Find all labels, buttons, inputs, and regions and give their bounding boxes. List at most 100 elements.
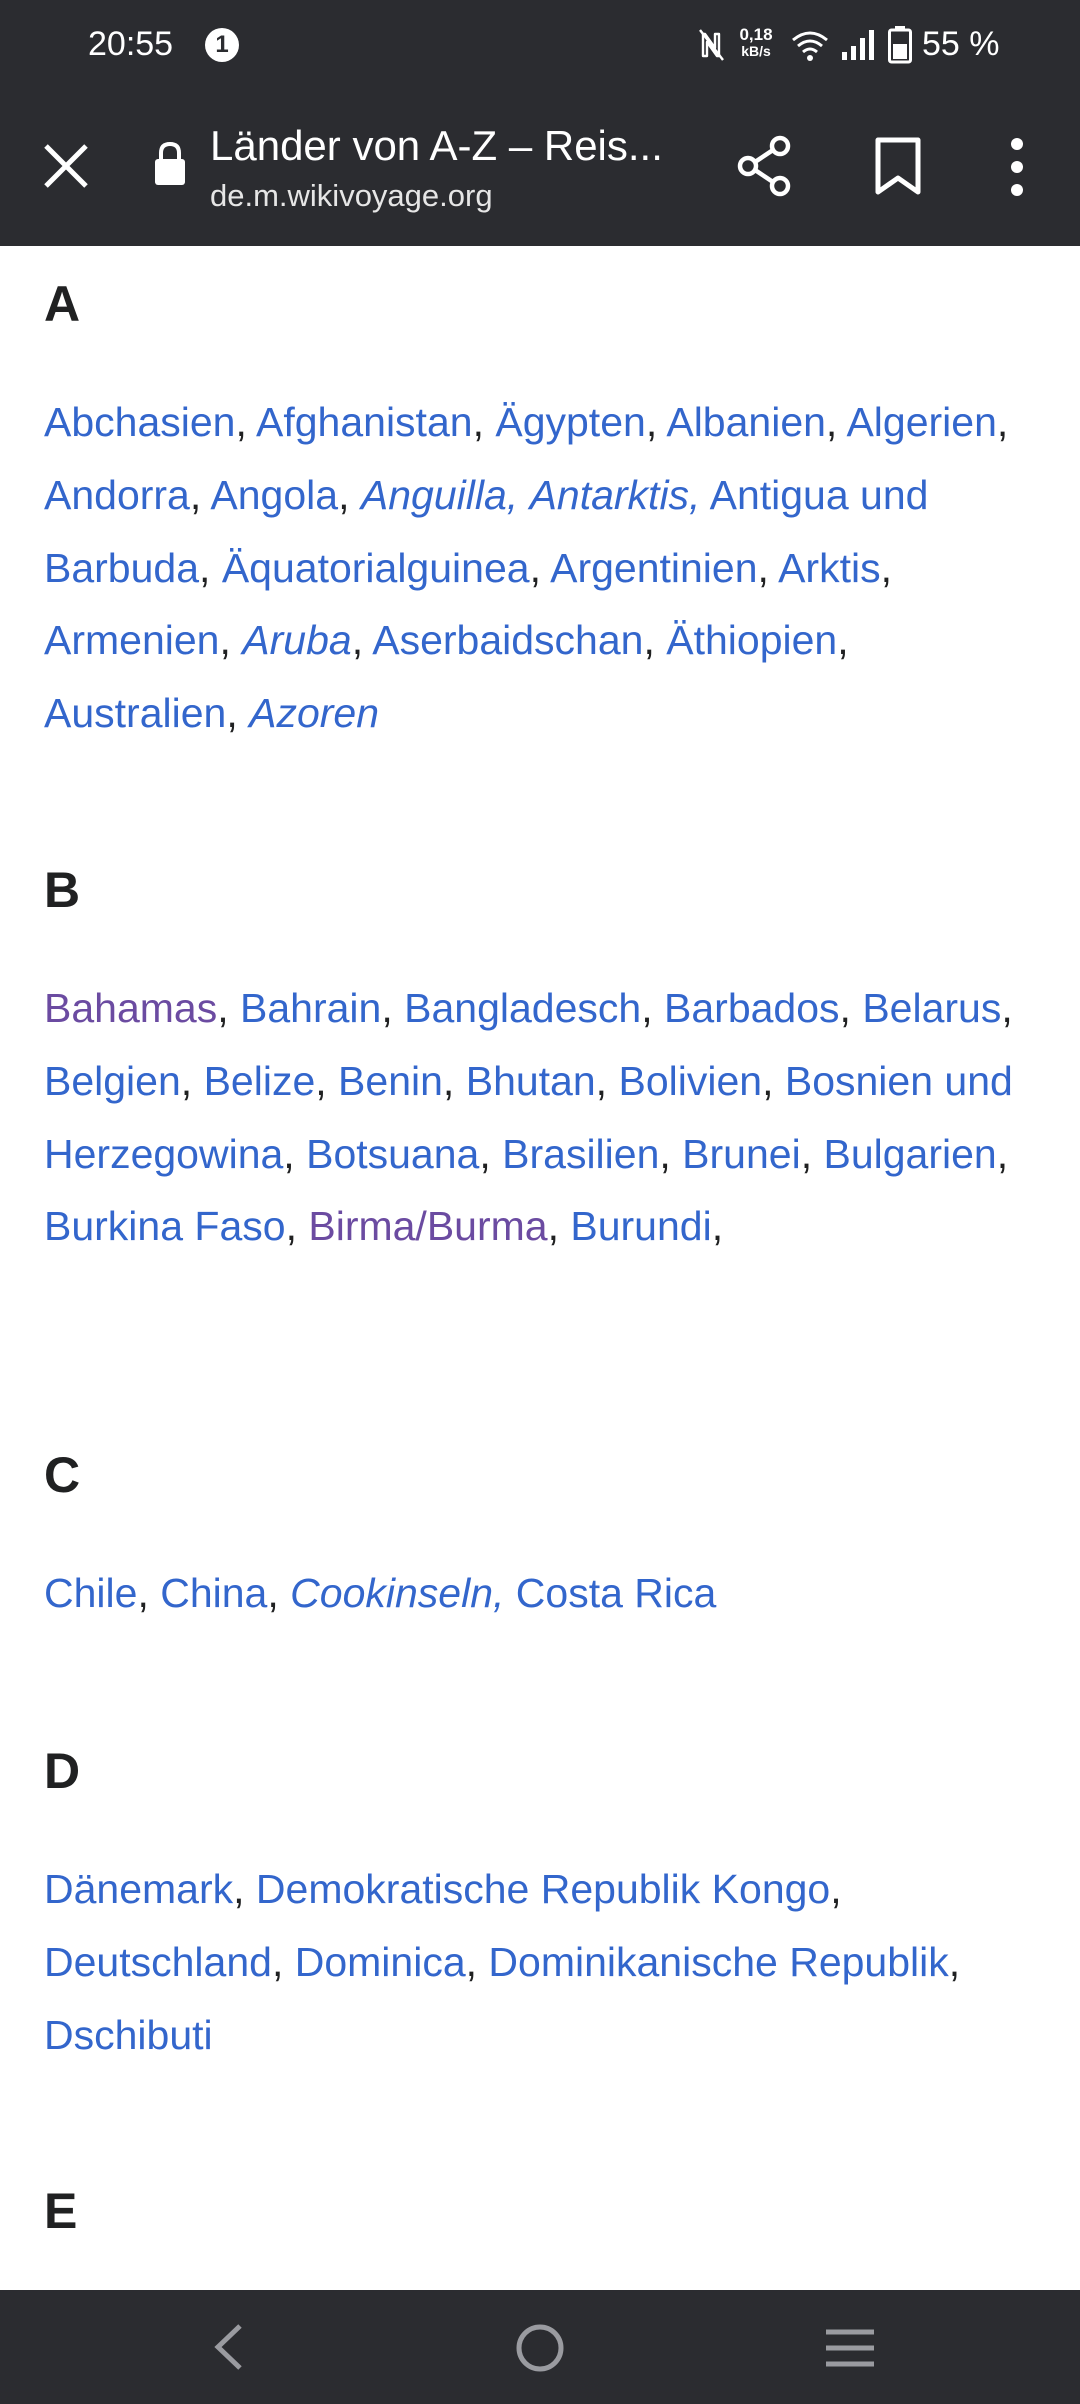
country-link[interactable]: Cookinseln, [290, 1570, 504, 1616]
country-link[interactable]: Äquatorialguinea [222, 545, 530, 591]
status-time: 20:55 [88, 25, 174, 63]
country-link[interactable]: Bangladesch [404, 985, 641, 1031]
country-link[interactable]: Dominica [295, 1939, 466, 1985]
country-link[interactable]: Barbados [664, 985, 840, 1031]
separator: , [479, 1130, 503, 1177]
notification-count-badge: 1 [205, 28, 239, 62]
page-url[interactable]: de.m.wikivoyage.org [210, 176, 493, 216]
country-link[interactable]: Birma/Burma [308, 1203, 547, 1249]
separator: , [283, 1130, 307, 1177]
country-link[interactable]: Belarus [862, 985, 1001, 1031]
separator: , [442, 1057, 466, 1104]
country-link[interactable]: Ägypten [495, 399, 645, 445]
section-heading: D [44, 1743, 81, 1799]
separator: , [315, 1057, 339, 1104]
signal-icon [842, 30, 874, 60]
country-link[interactable]: Argentinien [550, 545, 757, 591]
page-title[interactable]: Länder von A-Z – Reis... [210, 120, 670, 172]
separator: , [338, 471, 361, 518]
lock-icon[interactable] [152, 140, 188, 186]
separator: , [800, 1130, 824, 1177]
section-e: E [44, 2181, 1044, 2241]
country-link[interactable]: Costa Rica [516, 1570, 717, 1616]
country-link[interactable]: Bahamas [44, 985, 217, 1031]
separator: , [659, 1130, 683, 1177]
separator: , [757, 544, 779, 591]
separator: , [996, 1130, 1009, 1177]
country-link[interactable]: Dominikanische Republik [488, 1939, 948, 1985]
wifi-icon [792, 31, 828, 61]
bookmark-icon[interactable] [872, 136, 924, 196]
share-icon[interactable] [736, 134, 794, 198]
country-link[interactable]: Azoren [249, 690, 379, 736]
section-c: C Chile, China, Cookinseln, Costa Rica [44, 1445, 1044, 1630]
separator: , [226, 690, 250, 737]
data-rate-unit: kB/s [741, 43, 771, 59]
home-icon[interactable] [514, 2322, 566, 2374]
separator: , [180, 1057, 204, 1104]
nfc-icon [699, 29, 724, 61]
section-heading: E [44, 2183, 78, 2239]
country-link[interactable]: Belize [204, 1058, 316, 1104]
separator: , [711, 1203, 724, 1250]
country-link[interactable]: Bulgarien [823, 1131, 996, 1177]
country-link[interactable]: Armenien [44, 617, 219, 663]
more-vert-icon[interactable] [1000, 134, 1034, 200]
country-link[interactable]: Demokratische Republik Kongo [256, 1866, 830, 1912]
country-link[interactable]: Botsuana [306, 1131, 479, 1177]
country-link[interactable]: Albanien [666, 399, 826, 445]
recent-apps-icon[interactable] [824, 2326, 876, 2370]
country-link[interactable]: Angola [210, 472, 338, 518]
country-link[interactable]: Benin [338, 1058, 443, 1104]
separator: , [233, 1866, 256, 1912]
page-content[interactable]: A Abchasien, Afghanistan, Ägypten, Alban… [0, 246, 1080, 2290]
country-link[interactable]: Dänemark [44, 1866, 233, 1912]
status-bar: 20:55 1 0,18 kB/s 55 % [0, 0, 1080, 90]
separator: , [271, 1938, 295, 1985]
country-link[interactable]: China [160, 1570, 267, 1616]
country-link[interactable]: Bahrain [240, 985, 381, 1031]
separator: , [219, 617, 243, 664]
country-link[interactable]: Andorra [44, 472, 190, 518]
country-link[interactable]: Abchasien [44, 399, 235, 445]
country-link[interactable]: Aserbaidschan [372, 617, 643, 663]
close-icon[interactable] [40, 140, 92, 192]
section-d: D Dänemark, Demokratische Republik Kongo… [44, 1741, 1044, 2071]
separator [518, 472, 529, 518]
country-link[interactable]: Anguilla, [361, 472, 518, 518]
section-heading: A [44, 276, 81, 332]
separator: , [472, 399, 496, 445]
separator: , [285, 1203, 309, 1250]
country-link[interactable]: Brunei [682, 1131, 801, 1177]
country-link[interactable]: Arktis [778, 545, 881, 591]
country-link[interactable]: Australien [44, 690, 226, 736]
country-link[interactable]: Algerien [846, 399, 996, 445]
country-link[interactable]: Burundi [570, 1203, 711, 1249]
separator: , [199, 544, 222, 591]
separator: , [880, 544, 892, 591]
separator: , [645, 399, 667, 445]
separator: , [547, 1203, 571, 1250]
back-icon[interactable] [210, 2322, 246, 2372]
country-link[interactable]: Burkina Faso [44, 1203, 286, 1249]
country-link[interactable]: Brasilien [502, 1131, 659, 1177]
country-link[interactable]: Äthiopien [666, 617, 837, 663]
country-link[interactable]: Belgien [44, 1058, 181, 1104]
country-list: Abchasien, Afghanistan, Ägypten, Albanie… [44, 386, 1044, 750]
country-link[interactable]: Dschibuti [44, 2012, 213, 2058]
country-link[interactable]: Bhutan [466, 1058, 596, 1104]
country-link[interactable]: Antarktis, [530, 472, 701, 518]
country-link[interactable]: Afghanistan [256, 399, 473, 445]
separator: , [837, 617, 849, 664]
separator [700, 472, 709, 518]
section-b: B Bahamas, Bahrain, Bangladesch, Barbado… [44, 860, 1044, 1263]
country-list: Chile, China, Cookinseln, Costa Rica [44, 1557, 1044, 1630]
country-link[interactable]: Chile [44, 1570, 137, 1616]
country-link[interactable]: Bolivien [618, 1058, 762, 1104]
country-link[interactable]: Aruba [242, 617, 351, 663]
country-link[interactable]: Deutschland [44, 1939, 272, 1985]
browser-toolbar: Länder von A-Z – Reis... de.m.wikivoyage… [0, 90, 1080, 246]
separator: , [641, 985, 665, 1031]
separator: , [643, 617, 667, 664]
data-rate-value: 0,18 [739, 25, 773, 44]
